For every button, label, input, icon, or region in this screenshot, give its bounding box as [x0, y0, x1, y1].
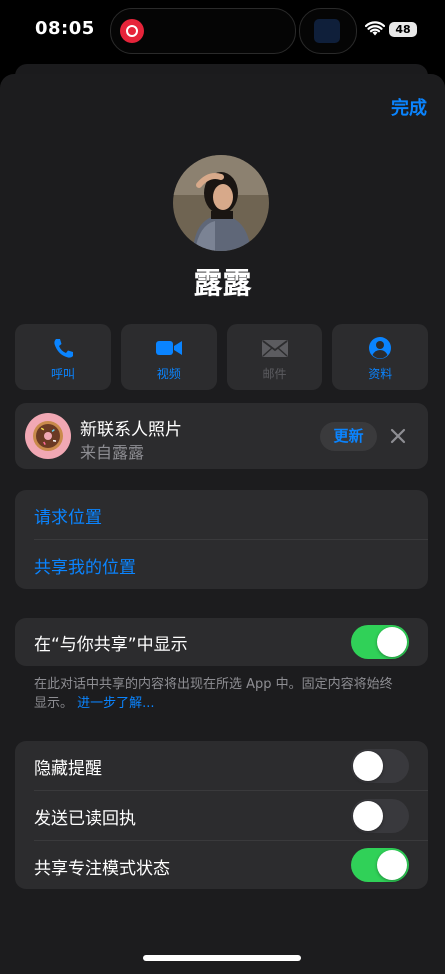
learn-more-link[interactable]: 进一步了解... [77, 696, 154, 711]
wifi-icon [365, 21, 385, 36]
share-location-row[interactable]: 共享我的位置 [15, 540, 428, 590]
donut-photo [25, 413, 71, 459]
dynamic-island[interactable] [110, 8, 296, 54]
close-icon[interactable] [389, 427, 407, 445]
toggle-knob [353, 751, 383, 781]
info-button[interactable]: 资料 [332, 324, 428, 390]
video-label: 视频 [156, 367, 181, 381]
home-indicator[interactable] [143, 955, 301, 961]
share-focus-status-row: 共享专注模式状态 [15, 841, 428, 891]
avatar-photo [173, 155, 269, 251]
video-camera-icon [155, 341, 182, 355]
request-location-label: 请求位置 [34, 508, 102, 528]
hide-alerts-label: 隐藏提醒 [34, 759, 102, 779]
mail-label: 邮件 [262, 367, 287, 381]
shared-with-you-card: 在“与你共享”中显示 [15, 618, 428, 666]
music-app-icon[interactable] [120, 19, 144, 43]
status-bar: 08:05 48 [0, 0, 445, 60]
shared-with-you-label: 在“与你共享”中显示 [34, 635, 188, 655]
hide-alerts-row: 隐藏提醒 [15, 741, 428, 791]
call-button[interactable]: 呼叫 [15, 324, 111, 390]
location-card: 请求位置 共享我的位置 [15, 490, 428, 589]
share-focus-status-label: 共享专注模式状态 [34, 859, 170, 879]
conversation-settings-card: 隐藏提醒 发送已读回执 共享专注模式状态 [15, 741, 428, 889]
contact-details-sheet: 完成 露露 呼叫 视频 邮件 资料 新联系人照片 来自露露 更新 请求位置 共享… [0, 74, 445, 974]
battery-indicator: 48 [389, 22, 417, 37]
person-circle-icon [369, 337, 392, 359]
video-button[interactable]: 视频 [120, 324, 217, 390]
photo-update-title: 新联系人照片 [80, 420, 182, 440]
mail-button[interactable]: 邮件 [226, 324, 323, 390]
shared-with-you-toggle[interactable] [351, 625, 409, 659]
donut-icon [33, 421, 63, 451]
status-time: 08:05 [35, 18, 95, 39]
toggle-knob [377, 627, 407, 657]
contact-avatar[interactable] [173, 155, 269, 251]
new-contact-photo-card: 新联系人照片 来自露露 更新 [15, 403, 428, 469]
read-receipts-toggle[interactable] [351, 799, 409, 833]
share-focus-status-toggle[interactable] [351, 848, 409, 882]
hide-alerts-toggle[interactable] [351, 749, 409, 783]
contact-name: 露露 [193, 266, 252, 300]
done-button[interactable]: 完成 [391, 94, 427, 120]
update-photo-button[interactable]: 更新 [320, 422, 377, 451]
app-thumbnail-icon [314, 19, 340, 43]
photo-update-subtitle: 来自露露 [80, 443, 145, 462]
phone-icon [54, 339, 73, 358]
dynamic-island-camera [299, 8, 357, 54]
read-receipts-label: 发送已读回执 [34, 809, 136, 829]
contact-action-row: 呼叫 视频 邮件 资料 [15, 324, 428, 390]
mail-icon [261, 340, 288, 357]
read-receipts-row: 发送已读回执 [15, 791, 428, 841]
toggle-knob [377, 850, 407, 880]
info-label: 资料 [368, 367, 393, 381]
shared-with-you-note: 在此对话中共享的内容将出现在所选 App 中。固定内容将始终显示。 进一步了解.… [34, 675, 404, 713]
request-location-row[interactable]: 请求位置 [15, 490, 428, 540]
share-location-label: 共享我的位置 [34, 558, 136, 578]
call-label: 呼叫 [50, 367, 75, 381]
toggle-knob [353, 801, 383, 831]
